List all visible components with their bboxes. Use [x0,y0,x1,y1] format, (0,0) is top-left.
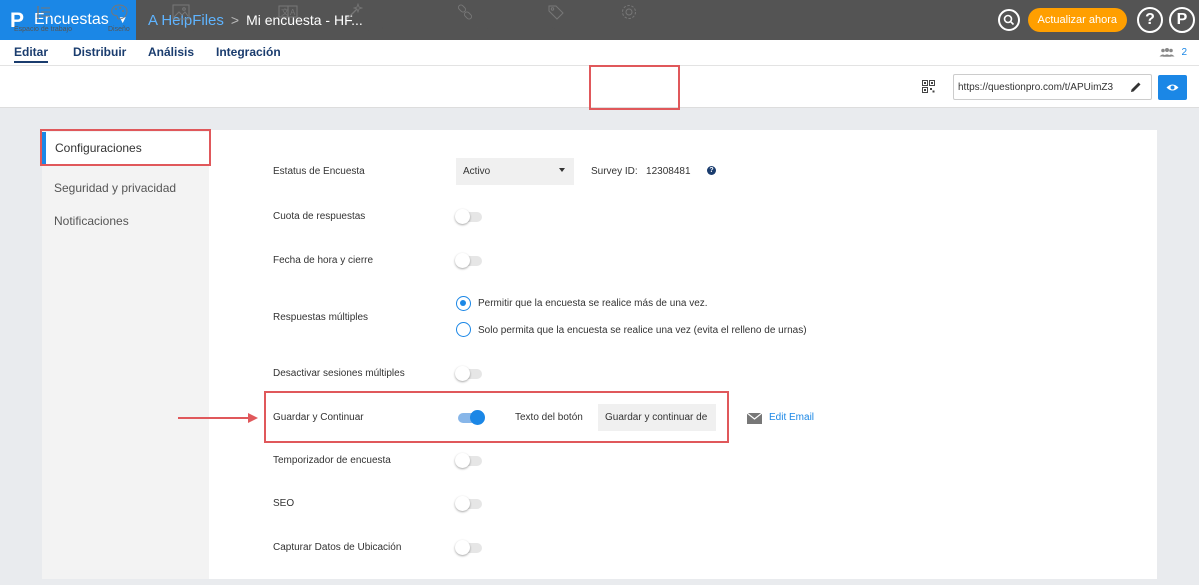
help-icon[interactable]: ? [1137,7,1163,33]
highlight-save-continue-row [264,391,729,443]
link-icon [457,4,473,20]
seo-label: SEO [273,498,295,509]
caret-down-icon [559,168,565,172]
users-icon [1159,48,1175,57]
toolbar-label: Variables [542,26,571,33]
question-mark-icon[interactable]: ? [707,166,716,175]
tab-analisis[interactable]: Análisis [148,45,194,59]
magic-wand-icon [346,3,364,20]
survey-url-field[interactable]: https://questionpro.com/t/APUimZ3 [953,74,1152,100]
sidebar-item-notifications[interactable]: Notificaciones [54,214,129,228]
collaborators-indicator[interactable]: 2 [1159,47,1187,58]
annotation-arrow-icon [178,413,258,423]
toggle-knob [455,253,470,268]
svg-text:A: A [290,8,296,17]
upgrade-button[interactable]: Actualizar ahora [1027,8,1127,32]
collaborators-count: 2 [1181,47,1187,58]
toolbar-settings[interactable]: Configuraciones [604,3,655,33]
tab-distribuir[interactable]: Distribuir [73,45,126,59]
location-toggle[interactable] [455,540,482,555]
pencil-icon[interactable] [1129,80,1143,94]
allow-multiple-radio[interactable] [456,296,471,311]
tab-integracion[interactable]: Integración [216,45,281,59]
toggle-knob [455,453,470,468]
image-icon [172,4,190,20]
tab-editar[interactable]: Editar [14,45,49,63]
eye-icon [1166,84,1179,91]
toolbar-label: Idiomas [276,26,301,33]
envelope-icon [746,411,763,429]
toolbar-variables[interactable]: Variables [542,3,571,33]
edit-email-link[interactable]: Edit Email [769,412,814,423]
status-value: Activo [463,166,491,177]
toolbar-label: Cuotas avanzadas [436,26,494,33]
palette-icon [111,4,128,20]
profile-icon[interactable]: P [1169,7,1195,33]
location-label: Capturar Datos de Ubicación [273,542,402,553]
toolbar-label: Configuraciones [604,26,655,33]
survey-url-text: https://questionpro.com/t/APUimZ3 [958,81,1114,93]
disable-sessions-toggle[interactable] [455,366,482,381]
svg-text:文: 文 [281,7,289,17]
toolbar-workspace[interactable]: Espacio de trabajo [14,3,72,33]
toolbar-design[interactable]: Diseño [108,3,130,33]
multiple-responses-label: Respuestas múltiples [273,312,369,323]
close-date-toggle[interactable] [455,253,482,268]
sidebar-item-security[interactable]: Seguridad y privacidad [54,181,176,195]
breadcrumb-separator: > [230,12,240,28]
survey-id-value: 12308481 [646,166,691,177]
status-label: Estatus de Encuesta [273,166,365,177]
toolbar-media-library[interactable]: Biblioteca multimedia [148,3,214,33]
gear-icon [622,5,637,19]
main-tabs: Editar Distribuir Análisis Integración 2 [0,40,1199,66]
toggle-knob [455,209,470,224]
tag-icon [548,5,565,20]
toggle-knob [455,496,470,511]
qr-code-icon[interactable] [922,80,935,98]
toolbar-label: Biblioteca multimedia [148,26,215,33]
toolbar-label: Opciones de finalización [316,26,392,33]
timer-toggle[interactable] [455,453,482,468]
status-select[interactable]: Activo [456,158,574,185]
toggle-knob [455,366,470,381]
preview-button[interactable] [1158,75,1187,100]
allow-multiple-label: Permitir que la encuesta se realice más … [478,298,708,309]
highlight-settings-tool [589,65,680,110]
seo-toggle[interactable] [455,496,482,511]
toolbar-end-options[interactable]: Opciones de finalización [316,3,392,33]
translate-icon: 文A [278,5,298,18]
single-response-label: Solo permita que la encuesta se realice … [478,325,807,336]
toolbar-languages[interactable]: 文A Idiomas [276,3,301,33]
survey-id-label: Survey ID: [591,166,638,177]
highlight-sidebar-configurations [40,129,211,166]
close-date-label: Fecha de hora y cierre [273,255,374,266]
workspace-icon [37,6,50,19]
search-icon[interactable] [997,9,1020,31]
toolbar-label: Espacio de trabajo [14,26,72,33]
toolbar-advanced-quotas[interactable]: Cuotas avanzadas [436,3,494,33]
settings-panel [42,130,1157,579]
quota-label: Cuota de respuestas [273,211,366,222]
toolbar-label: Diseño [108,26,130,33]
settings-sidebar: Seguridad y privacidad Notificaciones [42,130,209,579]
survey-id: Survey ID: 12308481 [591,166,691,177]
disable-sessions-label: Desactivar sesiones múltiples [273,368,405,379]
toggle-knob [455,540,470,555]
single-response-radio[interactable] [456,322,471,337]
timer-label: Temporizador de encuesta [273,455,391,466]
quota-toggle[interactable] [455,209,482,224]
